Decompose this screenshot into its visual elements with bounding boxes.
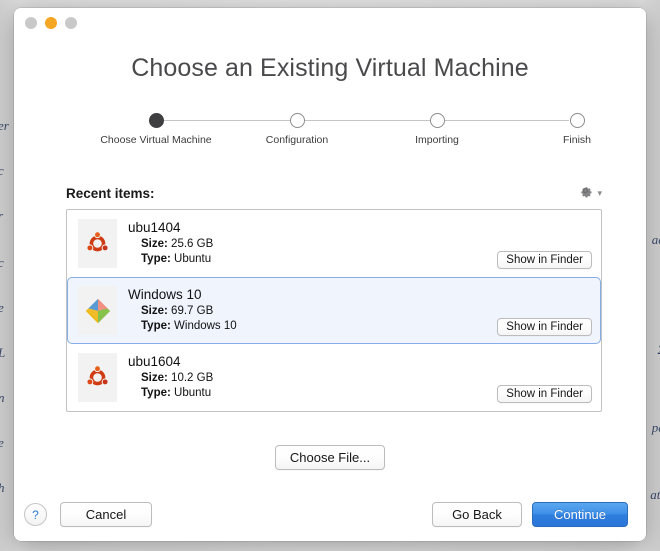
bg-fragment: pe: [651, 420, 660, 435]
recent-items-label: Recent items:: [66, 185, 155, 201]
dialog-footer: ? Cancel Go Back Continue: [14, 502, 646, 527]
step-configuration[interactable]: Configuration: [237, 113, 357, 146]
step-choose-virtual-machine[interactable]: Choose Virtual Machine: [96, 113, 216, 146]
step-label: Configuration: [265, 134, 329, 146]
continue-button[interactable]: Continue: [532, 502, 628, 527]
bg-fragment: e: [0, 300, 4, 316]
vm-size-field: Size: 10.2 GB: [128, 371, 497, 386]
page-title: Choose an Existing Virtual Machine: [131, 54, 529, 82]
type-key: Type:: [141, 253, 171, 265]
size-key: Size:: [141, 305, 168, 317]
ubuntu-icon: [78, 353, 117, 402]
step-dot-empty: [569, 113, 585, 128]
vm-type-value: Windows 10: [174, 320, 237, 332]
vm-type-value: Ubuntu: [174, 253, 212, 265]
vm-size-field: Size: 25.6 GB: [128, 237, 497, 252]
bg-fragment: n: [0, 390, 5, 406]
bg-fragment: er: [0, 118, 9, 133]
close-button[interactable]: [25, 17, 37, 29]
list-item[interactable]: ubu1404 Size: 25.6 GB Type: Ubuntu Show …: [67, 210, 601, 277]
vm-type-field: Type: Ubuntu: [128, 386, 497, 401]
step-finish[interactable]: Finish: [517, 113, 637, 146]
help-button[interactable]: ?: [24, 503, 47, 526]
show-in-finder-button[interactable]: Show in Finder: [497, 251, 592, 269]
show-in-finder-button[interactable]: Show in Finder: [497, 385, 592, 403]
bg-fragment: r: [0, 208, 3, 224]
virtual-machine-wizard-window: Choose an Existing Virtual Machine Choos…: [14, 8, 646, 541]
minimize-button[interactable]: [45, 17, 57, 29]
step-dot-empty: [429, 113, 445, 128]
vm-name: ubu1604: [128, 354, 181, 369]
show-in-finder-button[interactable]: Show in Finder: [497, 318, 592, 336]
choose-file-button[interactable]: Choose File...: [274, 445, 386, 470]
size-key: Size:: [141, 238, 168, 250]
vm-name: Windows 10: [128, 287, 202, 302]
zoom-button[interactable]: [65, 17, 77, 29]
vm-name: ubu1404: [128, 220, 181, 235]
list-item-info: Windows 10 Size: 69.7 GB Type: Windows 1…: [128, 287, 497, 334]
recent-items-list: ubu1404 Size: 25.6 GB Type: Ubuntu Show …: [66, 209, 602, 412]
step-importing[interactable]: Importing: [377, 113, 497, 146]
windows-icon: [78, 286, 117, 335]
step-label: Finish: [562, 134, 591, 146]
window-controls: [25, 17, 77, 29]
wizard-stepper: Choose Virtual Machine Configuration Imp…: [100, 113, 591, 161]
chevron-down-icon: ▾: [597, 187, 602, 198]
type-key: Type:: [141, 387, 171, 399]
size-key: Size:: [141, 372, 168, 384]
recent-items-options-button[interactable]: ▾: [578, 183, 602, 203]
vm-size-field: Size: 69.7 GB: [128, 304, 497, 319]
bg-fragment: ati: [650, 487, 660, 502]
vm-type-value: Ubuntu: [174, 387, 212, 399]
choose-file-row: Choose File...: [14, 445, 646, 470]
list-item[interactable]: ubu1604 Size: 10.2 GB Type: Ubuntu Show …: [67, 344, 601, 411]
bg-fragment: c: [0, 163, 4, 179]
gear-icon: [578, 183, 593, 203]
step-label: Importing: [415, 134, 459, 146]
cancel-button[interactable]: Cancel: [60, 502, 152, 527]
ubuntu-icon: [78, 219, 117, 268]
vm-size-value: 10.2 GB: [171, 372, 214, 384]
step-dot-empty: [289, 113, 305, 128]
go-back-button[interactable]: Go Back: [432, 502, 522, 527]
vm-type-field: Type: Windows 10: [128, 319, 497, 334]
type-key: Type:: [141, 320, 171, 332]
bg-fragment: c: [0, 255, 4, 271]
list-item-info: ubu1404 Size: 25.6 GB Type: Ubuntu: [128, 220, 497, 267]
step-label: Choose Virtual Machine: [100, 134, 212, 146]
titlebar: [14, 8, 646, 38]
recent-items-header: Recent items: ▾: [66, 183, 602, 203]
bg-fragment: ac: [651, 232, 660, 247]
list-item[interactable]: Windows 10 Size: 69.7 GB Type: Windows 1…: [67, 277, 601, 344]
vm-size-value: 69.7 GB: [171, 305, 214, 317]
bg-fragment: L: [0, 345, 5, 361]
list-item-info: ubu1604 Size: 10.2 GB Type: Ubuntu: [128, 354, 497, 401]
step-dot-filled: [148, 113, 164, 128]
bg-fragment: e: [0, 435, 4, 451]
vm-type-field: Type: Ubuntu: [128, 252, 497, 267]
vm-size-value: 25.6 GB: [171, 238, 214, 250]
bg-fragment: h: [0, 480, 5, 496]
